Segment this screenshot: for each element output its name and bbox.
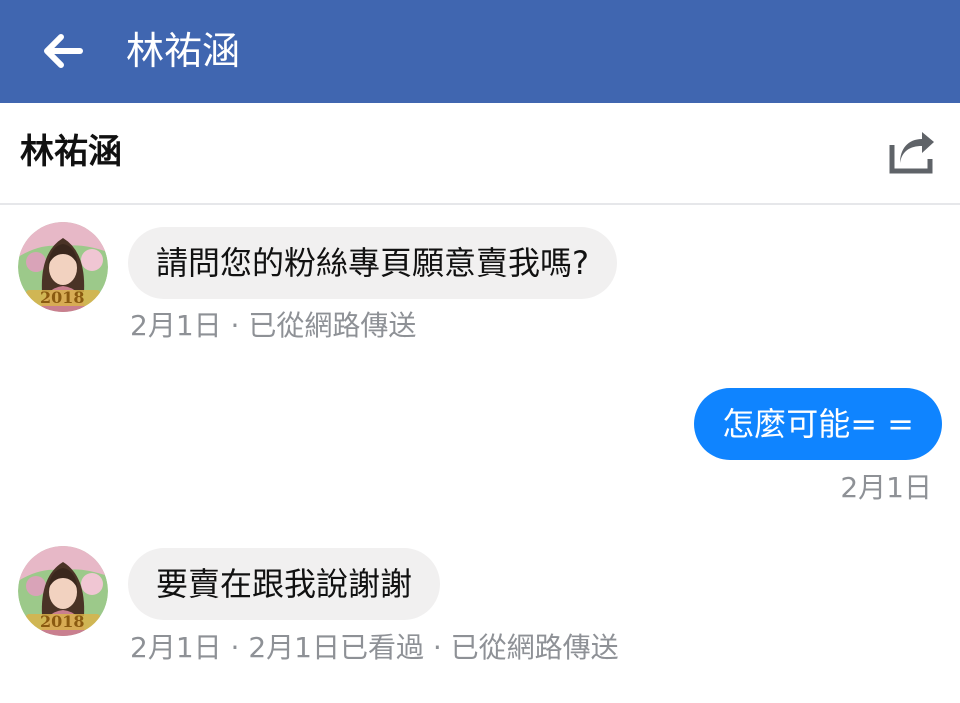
contact-name: 林祐涵	[20, 132, 122, 172]
message-meta: 2月1日 · 2月1日已看過 · 已從網路傳送	[130, 631, 619, 664]
back-button[interactable]	[38, 28, 88, 74]
share-icon	[889, 132, 934, 174]
outgoing-message-bubble[interactable]: 怎麼可能= =	[694, 388, 942, 460]
message-text: 請問您的粉絲專頁願意賣我嗎?	[156, 244, 589, 282]
incoming-message-bubble[interactable]: 請問您的粉絲專頁願意賣我嗎?	[128, 227, 617, 299]
message-text: 要賣在跟我說謝謝	[156, 565, 413, 603]
page-title: 林祐涵	[126, 29, 241, 73]
avatar[interactable]: 2018	[18, 546, 108, 636]
app-bar: 林祐涵	[0, 0, 960, 103]
avatar-caption: 2018	[40, 612, 85, 631]
message-meta: 2月1日 · 已從網路傳送	[130, 309, 417, 342]
message-text: 怎麼可能= =	[722, 405, 914, 443]
message-meta: 2月1日	[840, 471, 932, 504]
share-button[interactable]	[886, 129, 938, 177]
conversation-header: 林祐涵	[0, 103, 960, 205]
arrow-left-icon	[44, 34, 83, 68]
avatar[interactable]: 2018	[18, 222, 108, 312]
incoming-message-bubble[interactable]: 要賣在跟我說謝謝	[128, 548, 441, 620]
avatar-caption: 2018	[40, 288, 85, 307]
